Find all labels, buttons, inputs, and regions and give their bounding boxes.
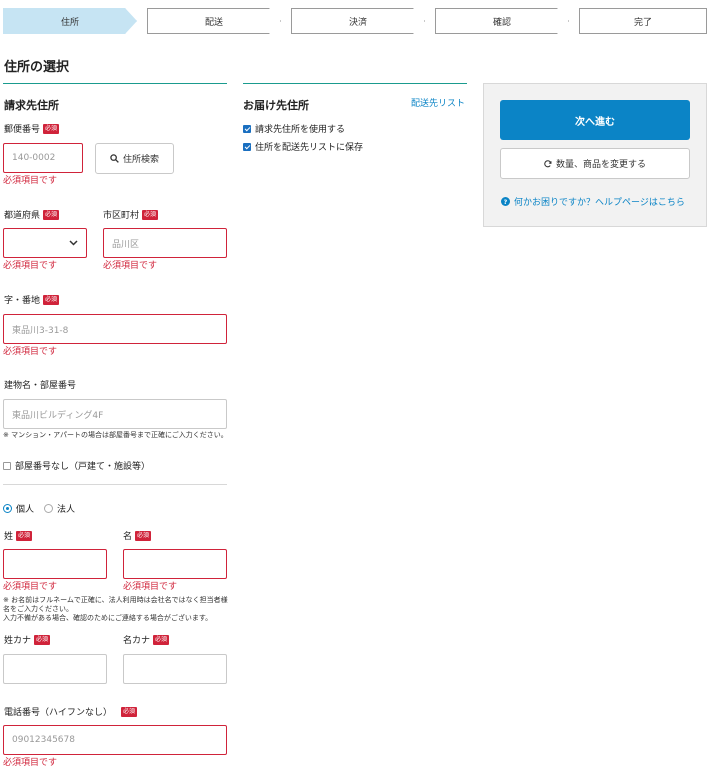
- change-items-button[interactable]: 数量、商品を変更する: [500, 148, 690, 179]
- change-items-label: 数量、商品を変更する: [555, 160, 646, 170]
- prefecture-label-text: 都道府県: [4, 211, 41, 221]
- city-label: 市区町村 必須: [103, 208, 159, 221]
- first-kana-label: 名カナ 必須: [123, 633, 170, 646]
- chevron-down-icon: [69, 240, 78, 246]
- last-name-label: 姓 必須: [4, 529, 33, 542]
- name-note-line: ※ お名前はフルネームで正確に、法人利用時は会社名ではなく担当者様名をご入力くだ…: [3, 596, 228, 613]
- help-icon: ?: [501, 197, 510, 206]
- page-title: 住所の選択: [4, 60, 70, 75]
- prefecture-select[interactable]: [3, 228, 87, 258]
- building-label-text: 建物名・部屋番号: [4, 381, 77, 391]
- step-label: 完了: [633, 17, 652, 28]
- required-badge: 必須: [34, 634, 51, 645]
- delivery-divider: [243, 83, 467, 84]
- city-label-text: 市区町村: [103, 211, 140, 221]
- step-address: 住所: [3, 8, 137, 34]
- last-name-error: 必須項目です: [3, 582, 58, 592]
- postal-search-label: 住所検索: [122, 155, 159, 165]
- street-label-text: 字・番地: [4, 296, 41, 306]
- phone-label-text: 電話番号（ハイフンなし）: [4, 708, 113, 718]
- prefecture-error: 必須項目です: [3, 261, 58, 271]
- building-label: 建物名・部屋番号: [4, 378, 76, 391]
- step-label: 配送: [204, 17, 223, 28]
- step-label: 確認: [492, 17, 511, 28]
- next-button[interactable]: 次へ進む: [500, 100, 690, 140]
- postal-error: 必須項目です: [3, 176, 58, 186]
- last-name-input[interactable]: [3, 549, 107, 579]
- building-input[interactable]: 東品川ビルディング4F: [3, 399, 227, 429]
- save-to-list-label: 住所を配送先リストに保存: [255, 143, 364, 153]
- use-billing-label: 請求先住所を使用する: [255, 125, 346, 135]
- street-label: 字・番地 必須: [4, 293, 60, 306]
- no-room-checkbox-label: 部屋番号なし（戸建て・施設等）: [15, 462, 151, 472]
- phone-label: 電話番号（ハイフンなし） 必須: [4, 705, 138, 718]
- next-button-label: 次へ進む: [575, 116, 615, 128]
- building-placeholder: 東品川ビルディング4F: [12, 410, 104, 421]
- required-badge: 必須: [121, 706, 138, 717]
- step-delivery: 配送: [147, 8, 281, 34]
- postal-label: 郵便番号 必須: [4, 122, 60, 135]
- required-badge: 必須: [43, 209, 60, 220]
- phone-input[interactable]: 09012345678: [3, 725, 227, 755]
- city-placeholder: 品川区: [112, 239, 140, 250]
- refresh-icon: [544, 159, 552, 167]
- first-kana-input[interactable]: [123, 654, 227, 684]
- first-name-label-text: 名: [123, 532, 133, 542]
- last-kana-label-text: 姓カナ: [4, 636, 32, 646]
- use-billing-row[interactable]: 請求先住所を使用する: [243, 122, 345, 135]
- delivery-list-link[interactable]: 配送先リスト: [411, 96, 465, 109]
- billing-divider: [3, 83, 227, 84]
- step-label: 住所: [60, 17, 79, 28]
- delivery-title: お届け先住所: [243, 99, 309, 112]
- corporate-radio[interactable]: [44, 504, 54, 513]
- street-error: 必須項目です: [3, 347, 58, 357]
- postal-search-button[interactable]: 住所検索: [95, 143, 174, 174]
- help-link[interactable]: ? 何かお困りですか？ヘルプページはこちら: [501, 195, 685, 208]
- building-note: ※ マンション・アパートの場合は部屋番号まで正確にご入力ください。: [3, 431, 228, 439]
- step-confirm: 確認: [435, 8, 569, 34]
- first-name-error: 必須項目です: [123, 582, 178, 592]
- required-badge: 必須: [43, 294, 60, 305]
- no-room-checkbox[interactable]: [3, 461, 11, 470]
- step-complete: 完了: [579, 8, 707, 34]
- individual-radio-label: 個人: [16, 505, 35, 515]
- required-badge: 必須: [43, 123, 60, 134]
- first-name-label: 名 必須: [123, 529, 152, 542]
- name-note: ※ お名前はフルネームで正確に、法人利用時は会社名ではなく担当者様名をご入力くだ…: [3, 596, 229, 623]
- prefecture-label: 都道府県 必須: [4, 208, 60, 221]
- phone-error: 必須項目です: [3, 758, 58, 768]
- save-to-list-checkbox[interactable]: [243, 142, 251, 151]
- postal-input[interactable]: 140-0002: [3, 143, 83, 173]
- required-badge: 必須: [153, 634, 170, 645]
- customer-type-group: 個人 法人: [3, 502, 75, 515]
- postal-placeholder: 140-0002: [12, 153, 56, 163]
- last-kana-input[interactable]: [3, 654, 107, 684]
- required-badge: 必須: [142, 209, 159, 220]
- section-divider: [3, 484, 227, 485]
- city-input[interactable]: 品川区: [103, 228, 227, 258]
- last-kana-label: 姓カナ 必須: [4, 633, 51, 646]
- search-icon: [110, 154, 119, 163]
- required-badge: 必須: [16, 530, 33, 541]
- first-name-input[interactable]: [123, 549, 227, 579]
- individual-radio[interactable]: [3, 504, 12, 513]
- corporate-radio-label: 法人: [57, 505, 76, 515]
- use-billing-checkbox[interactable]: [243, 124, 251, 133]
- city-error: 必須項目です: [103, 261, 158, 271]
- step-label: 決済: [348, 17, 367, 28]
- no-room-checkbox-row[interactable]: 部屋番号なし（戸建て・施設等）: [3, 459, 150, 472]
- step-payment: 決済: [291, 8, 425, 34]
- street-input[interactable]: 東品川3-31-8: [3, 314, 227, 344]
- street-placeholder: 東品川3-31-8: [12, 325, 69, 336]
- svg-text:?: ?: [504, 199, 508, 206]
- phone-placeholder: 09012345678: [12, 735, 75, 745]
- name-note-line: 入力不備がある場合、確認のためにご連絡する場合がございます。: [3, 614, 213, 622]
- billing-title: 請求先住所: [4, 99, 59, 112]
- help-link-label: 何かお困りですか？ヘルプページはこちら: [514, 198, 685, 208]
- last-name-label-text: 姓: [4, 532, 14, 542]
- required-badge: 必須: [135, 530, 152, 541]
- save-to-list-row[interactable]: 住所を配送先リストに保存: [243, 140, 363, 153]
- first-kana-label-text: 名カナ: [123, 636, 151, 646]
- postal-label-text: 郵便番号: [4, 125, 41, 135]
